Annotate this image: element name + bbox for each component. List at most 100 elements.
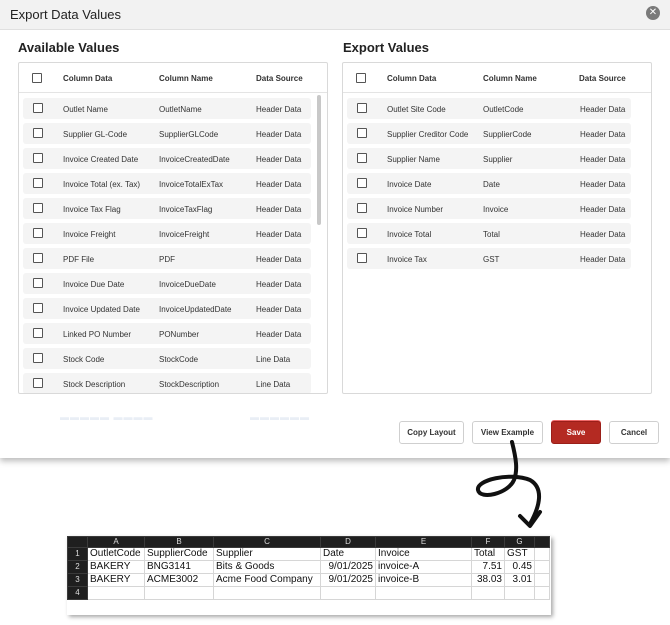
- table-cell[interactable]: invoice-A: [375, 560, 472, 574]
- table-cell[interactable]: [534, 573, 550, 587]
- row-checkbox[interactable]: [33, 153, 43, 163]
- column-letter[interactable]: B: [144, 536, 214, 548]
- ghost-text: ▬▬▬▬▬ ▬▬▬▬: [60, 412, 154, 422]
- table-cell[interactable]: GST: [504, 547, 535, 561]
- close-icon[interactable]: ✕: [646, 6, 660, 20]
- list-item[interactable]: Invoice Number Invoice Header Data: [347, 198, 631, 219]
- list-item[interactable]: Invoice Freight InvoiceFreight Header Data: [23, 223, 311, 244]
- list-item[interactable]: Supplier Creditor Code SupplierCode Header…: [347, 123, 631, 144]
- table-cell[interactable]: BAKERY: [87, 573, 145, 587]
- table-cell[interactable]: [504, 586, 535, 600]
- table-cell[interactable]: [213, 586, 321, 600]
- row-checkbox[interactable]: [33, 103, 43, 113]
- table-cell[interactable]: [534, 560, 550, 574]
- column-letter[interactable]: E: [375, 536, 472, 548]
- row-checkbox[interactable]: [33, 228, 43, 238]
- row-number[interactable]: 4: [67, 586, 88, 600]
- list-item[interactable]: Linked PO Number PONumber Header Data: [23, 323, 311, 344]
- cancel-button[interactable]: Cancel: [609, 421, 659, 444]
- row-checkbox[interactable]: [33, 378, 43, 388]
- column-letter[interactable]: D: [320, 536, 376, 548]
- column-name-header: Column Name: [483, 74, 537, 83]
- copy-layout-button[interactable]: Copy Layout: [399, 421, 464, 444]
- table-cell[interactable]: 38.03: [471, 573, 505, 587]
- data-source-cell: Header Data: [256, 230, 302, 239]
- list-item[interactable]: Outlet Name OutletName Header Data: [23, 98, 311, 119]
- row-checkbox[interactable]: [357, 228, 367, 238]
- list-item[interactable]: Stock Description StockDescription Line Da…: [23, 373, 311, 393]
- row-checkbox[interactable]: [357, 103, 367, 113]
- column-data-cell: Invoice Created Date: [63, 155, 139, 164]
- column-letter[interactable]: G: [504, 536, 535, 548]
- table-cell[interactable]: [375, 586, 472, 600]
- list-item[interactable]: Invoice Tax Flag InvoiceTaxFlag Header Dat…: [23, 198, 311, 219]
- table-cell[interactable]: [144, 586, 214, 600]
- row-checkbox[interactable]: [357, 178, 367, 188]
- list-item[interactable]: Invoice Tax GST Header Data: [347, 248, 631, 269]
- table-cell[interactable]: [471, 586, 505, 600]
- row-checkbox[interactable]: [357, 128, 367, 138]
- row-checkbox[interactable]: [357, 203, 367, 213]
- row-number[interactable]: 1: [67, 547, 88, 561]
- list-item[interactable]: Invoice Date Date Header Data: [347, 173, 631, 194]
- table-cell[interactable]: [534, 586, 550, 600]
- select-all-checkbox[interactable]: [356, 73, 366, 83]
- table-cell[interactable]: SupplierCode: [144, 547, 214, 561]
- row-checkbox[interactable]: [33, 328, 43, 338]
- row-checkbox[interactable]: [33, 178, 43, 188]
- table-cell[interactable]: Bits & Goods: [213, 560, 321, 574]
- table-cell[interactable]: Acme Food Company: [213, 573, 321, 587]
- row-checkbox[interactable]: [33, 253, 43, 263]
- table-cell[interactable]: [320, 586, 376, 600]
- list-item[interactable]: Supplier Name Supplier Header Data: [347, 148, 631, 169]
- table-cell[interactable]: ACME3002: [144, 573, 214, 587]
- table-cell[interactable]: 0.45: [504, 560, 535, 574]
- list-item[interactable]: Invoice Due Date InvoiceDueDate Header Dat…: [23, 273, 311, 294]
- row-checkbox[interactable]: [357, 153, 367, 163]
- list-item[interactable]: Outlet Site Code OutletCode Header Data: [347, 98, 631, 119]
- list-item[interactable]: Invoice Updated Date InvoiceUpdatedDate He…: [23, 298, 311, 319]
- list-item[interactable]: Invoice Total (ex. Tax) InvoiceTotalExTax…: [23, 173, 311, 194]
- row-checkbox[interactable]: [357, 253, 367, 263]
- table-cell[interactable]: 9/01/2025: [320, 573, 376, 587]
- table-cell[interactable]: BNG3141: [144, 560, 214, 574]
- table-cell[interactable]: BAKERY: [87, 560, 145, 574]
- row-number[interactable]: 3: [67, 573, 88, 587]
- column-letter[interactable]: C: [213, 536, 321, 548]
- scrollbar[interactable]: [317, 95, 321, 225]
- list-item[interactable]: Stock Code StockCode Line Data: [23, 348, 311, 369]
- table-cell[interactable]: Date: [320, 547, 376, 561]
- data-source-cell: Line Data: [256, 380, 291, 389]
- row-number[interactable]: 2: [67, 560, 88, 574]
- select-all-checkbox[interactable]: [32, 73, 42, 83]
- column-letter[interactable]: F: [471, 536, 505, 548]
- data-source-cell: Header Data: [256, 105, 302, 114]
- table-cell[interactable]: 9/01/2025: [320, 560, 376, 574]
- row-checkbox[interactable]: [33, 128, 43, 138]
- list-item[interactable]: Supplier GL-Code SupplierGLCode Header Dat…: [23, 123, 311, 144]
- row-checkbox[interactable]: [33, 353, 43, 363]
- column-data-cell: Invoice Due Date: [63, 280, 125, 289]
- column-name-cell: InvoiceUpdatedDate: [159, 305, 232, 314]
- table-cell[interactable]: [87, 586, 145, 600]
- table-cell[interactable]: invoice-B: [375, 573, 472, 587]
- table-cell[interactable]: Total: [471, 547, 505, 561]
- table-cell[interactable]: [534, 547, 550, 561]
- data-source-cell: Header Data: [580, 155, 626, 164]
- column-name-cell: InvoiceFreight: [159, 230, 210, 239]
- column-letter[interactable]: A: [87, 536, 145, 548]
- row-checkbox[interactable]: [33, 278, 43, 288]
- list-item[interactable]: Invoice Created Date InvoiceCreatedDate He…: [23, 148, 311, 169]
- row-checkbox[interactable]: [33, 303, 43, 313]
- table-cell[interactable]: OutletCode: [87, 547, 145, 561]
- column-data-cell: PDF File: [63, 255, 95, 264]
- list-item[interactable]: PDF File PDF Header Data: [23, 248, 311, 269]
- table-cell[interactable]: Supplier: [213, 547, 321, 561]
- corner-cell[interactable]: [67, 536, 88, 548]
- table-cell[interactable]: 7.51: [471, 560, 505, 574]
- table-cell[interactable]: Invoice: [375, 547, 472, 561]
- column-name-cell: OutletCode: [483, 105, 524, 114]
- row-checkbox[interactable]: [33, 203, 43, 213]
- table-cell[interactable]: 3.01: [504, 573, 535, 587]
- list-item[interactable]: Invoice Total Total Header Data: [347, 223, 631, 244]
